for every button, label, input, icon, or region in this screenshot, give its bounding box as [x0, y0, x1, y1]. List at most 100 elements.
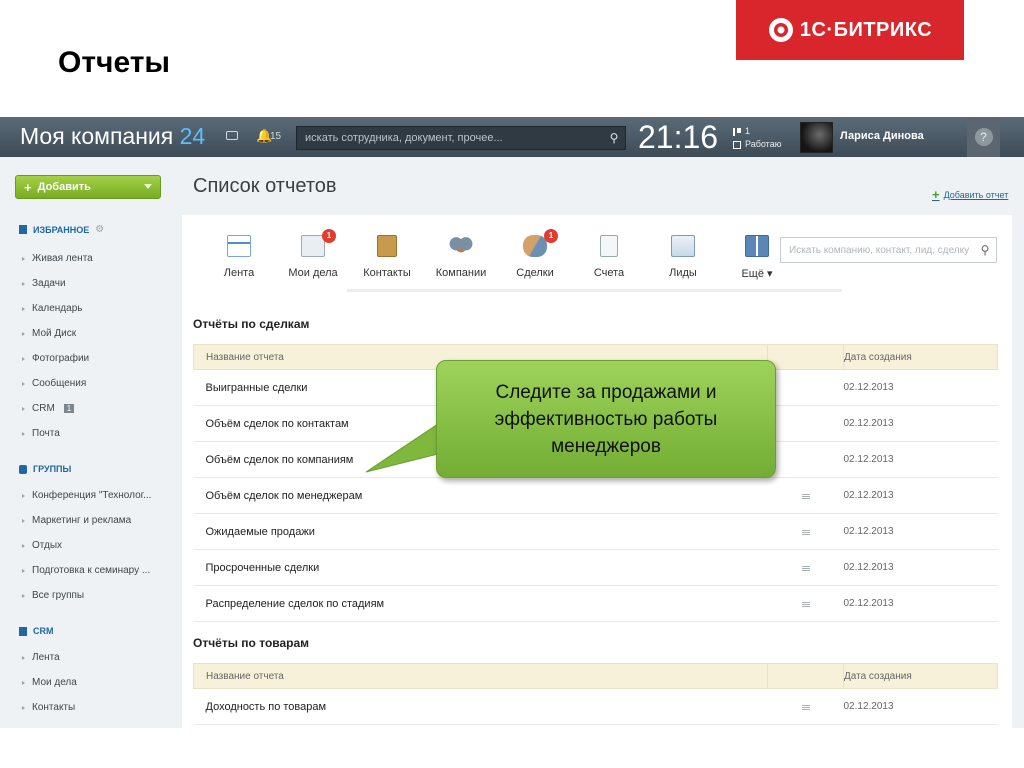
deals-reports-title: Отчёты по сделкам	[193, 317, 310, 331]
sidebar-item-all-groups[interactable]: Все группы	[22, 590, 84, 601]
avatar[interactable]	[800, 122, 833, 153]
crm-search: ⚲	[780, 237, 997, 263]
notification-count: 15	[270, 131, 282, 142]
goods-reports-table: Название отчета Дата создания Доходность…	[193, 663, 998, 725]
sidebar-item-conference[interactable]: Конференция "Технолог...	[22, 490, 151, 501]
checkbox-icon	[733, 140, 741, 149]
table-row[interactable]: Распределение сделок по стадиям 02.12.201…	[193, 585, 998, 622]
table-row[interactable]: Ожидаемые продажи 02.12.2013	[193, 513, 998, 550]
report-date: 02.12.2013	[843, 549, 998, 586]
bullet-icon	[22, 306, 26, 311]
global-search: ⚲	[296, 126, 626, 150]
bullet-icon	[22, 331, 26, 336]
add-button[interactable]: + Добавить	[15, 175, 161, 199]
menu-icon[interactable]	[801, 529, 810, 535]
report-name[interactable]: Объём сделок по менеджерам	[193, 477, 768, 514]
company-name[interactable]: Моя компания 24	[20, 123, 205, 150]
sidebar-item-live-feed[interactable]: Живая лента	[22, 253, 93, 264]
search-icon[interactable]: ⚲	[974, 243, 996, 257]
col-menu-header	[767, 663, 844, 689]
sidebar-item-crm[interactable]: CRM 1	[22, 403, 75, 414]
crm-tab-invoices[interactable]: Счета	[572, 231, 646, 289]
report-name[interactable]: Просроченные сделки	[193, 549, 768, 586]
sidebar-item-calendar[interactable]: Календарь	[22, 303, 82, 314]
sidebar-section-crm[interactable]: CRM	[19, 626, 54, 636]
sidebar-item-messages[interactable]: Сообщения	[22, 378, 86, 389]
report-name[interactable]: Доходность по товарам	[193, 688, 768, 725]
user-name[interactable]: Лариса Динова	[840, 130, 924, 142]
sidebar-item-contacts[interactable]: Контакты	[22, 702, 75, 713]
sidebar-item-tasks[interactable]: Задачи	[22, 278, 66, 289]
report-date: 02.12.2013	[843, 585, 998, 622]
crm-tab-deals[interactable]: 1 Сделки	[498, 229, 572, 289]
add-report-link[interactable]: + Добавить отчет	[932, 187, 1008, 202]
callout-text: Следите за продажами и эффективностью ра…	[494, 381, 718, 457]
crm-tab-tasks[interactable]: 1 Мои дела	[276, 229, 350, 289]
report-date: 02.12.2013	[843, 405, 998, 442]
sidebar-item-mail[interactable]: Почта	[22, 428, 60, 439]
menu-icon[interactable]	[801, 601, 810, 607]
sidebar-section-favorites[interactable]: ИЗБРАННОЕ ⚙	[19, 224, 104, 235]
crm-tab-companies[interactable]: Компании	[424, 231, 498, 289]
report-name[interactable]: Распределение сделок по стадиям	[193, 585, 768, 622]
bitrix-mark-icon	[768, 18, 793, 42]
brand-text: 1С·БИТРИКС	[799, 18, 933, 41]
search-icon[interactable]: ⚲	[603, 131, 625, 145]
table-row[interactable]: Доходность по товарам 02.12.2013	[193, 688, 998, 725]
plus-icon: +	[932, 187, 940, 202]
sidebar-item-leisure[interactable]: Отдых	[22, 540, 62, 551]
plus-icon: +	[24, 179, 32, 195]
contacts-icon	[377, 235, 397, 257]
callout-bubble: Следите за продажами и эффективностью ра…	[436, 360, 776, 478]
report-date: 02.12.2013	[843, 441, 998, 478]
crm-tab-feed[interactable]: Лента	[202, 231, 276, 289]
chat-icon[interactable]	[226, 131, 238, 140]
companies-icon	[449, 235, 473, 257]
table-row[interactable]: Объём сделок по менеджерам 02.12.2013	[193, 477, 998, 514]
crm-toolbar: Лента 1 Мои дела Контакты Компании 1 Сде…	[202, 229, 842, 289]
crm-search-input[interactable]	[781, 244, 974, 256]
col-date-header[interactable]: Дата создания	[843, 663, 998, 689]
sidebar-item-marketing[interactable]: Маркетинг и реклама	[22, 515, 131, 526]
menu-icon[interactable]	[801, 704, 810, 710]
bullet-icon	[22, 543, 26, 548]
gear-icon[interactable]: ⚙	[95, 224, 104, 235]
slide-title: Отчеты	[58, 46, 171, 79]
bullet-icon	[22, 568, 26, 573]
menu-icon[interactable]	[801, 565, 810, 571]
leads-icon	[671, 235, 695, 257]
help-button[interactable]: ?	[967, 117, 1000, 157]
groups-icon	[19, 464, 27, 474]
sidebar-item-my-disk[interactable]: Мой Диск	[22, 328, 76, 339]
global-search-input[interactable]	[297, 132, 603, 144]
crm-tab-leads[interactable]: Лиды	[646, 231, 720, 289]
page-title: Список отчетов	[193, 175, 337, 197]
sidebar-item-photos[interactable]: Фотографии	[22, 353, 89, 364]
tasks-badge: 1	[322, 229, 336, 243]
sidebar-item-my-activities[interactable]: Мои дела	[22, 677, 77, 688]
crm-count-badge: 1	[63, 404, 75, 413]
bullet-icon	[22, 655, 26, 660]
bullet-icon	[22, 593, 26, 598]
brand-logo: 1С·БИТРИКС	[736, 0, 964, 60]
grid-icon	[745, 235, 769, 257]
clock[interactable]: 21:16	[638, 119, 718, 156]
col-date-header[interactable]: Дата создания	[843, 344, 998, 370]
report-date: 02.12.2013	[843, 688, 998, 725]
sidebar-item-crm-feed[interactable]: Лента	[22, 652, 60, 663]
col-menu-header	[767, 344, 844, 370]
bookmark-icon	[19, 225, 27, 234]
report-name[interactable]: Ожидаемые продажи	[193, 513, 768, 550]
table-row[interactable]: Просроченные сделки 02.12.2013	[193, 549, 998, 586]
menu-icon[interactable]	[801, 493, 810, 499]
work-status[interactable]: 1 Работаю	[733, 125, 781, 151]
crm-tab-contacts[interactable]: Контакты	[350, 231, 424, 289]
bullet-icon	[22, 680, 26, 685]
report-date: 02.12.2013	[843, 369, 998, 406]
col-name-header[interactable]: Название отчета	[193, 663, 768, 689]
sidebar-section-groups[interactable]: ГРУППЫ	[19, 464, 71, 474]
goods-reports-title: Отчёты по товарам	[193, 636, 310, 650]
sidebar-item-seminar[interactable]: Подготовка к семинару ...	[22, 565, 150, 576]
invoice-icon	[600, 235, 618, 257]
bullet-icon	[22, 356, 26, 361]
